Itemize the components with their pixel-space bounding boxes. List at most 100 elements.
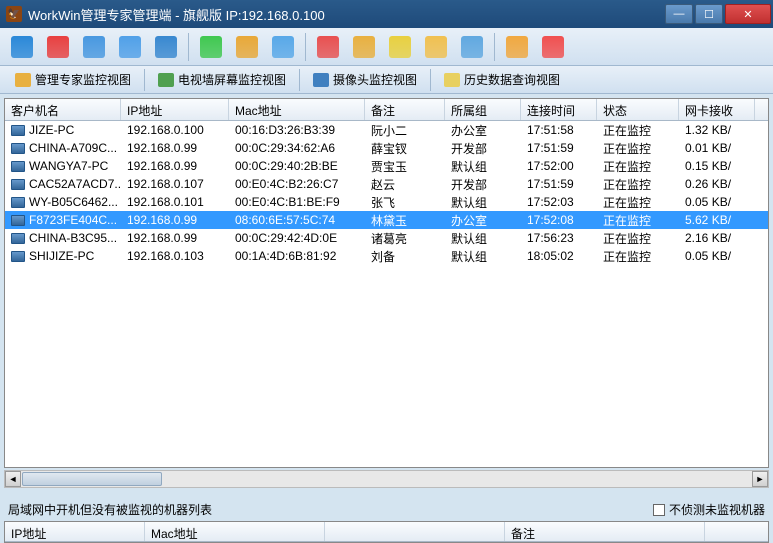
horizontal-scrollbar[interactable]: ◄ ► — [4, 470, 769, 488]
export-icon[interactable] — [267, 32, 299, 62]
column-header[interactable]: IP地址 — [121, 99, 229, 120]
minimize-button[interactable]: — — [665, 4, 693, 24]
cell-group: 默认组 — [445, 193, 521, 212]
view-history-icon — [444, 73, 460, 87]
view-expert-icon — [15, 73, 31, 87]
view-tvwall[interactable]: 电视墙屏幕监控视图 — [149, 68, 295, 91]
column-header[interactable]: 网卡接收 — [679, 99, 755, 120]
table-row[interactable]: CAC52A7ACD7...192.168.0.10700:E0:4C:B2:2… — [5, 175, 768, 193]
window-controls: — ☐ ✕ — [663, 4, 771, 24]
no-detect-checkbox[interactable]: 不侦测未监视机器 — [653, 501, 765, 518]
checkbox-icon[interactable] — [653, 504, 665, 516]
cell-nic: 0.01 KB/ — [679, 140, 755, 156]
bottom-column-header[interactable]: Mac地址 — [145, 522, 325, 541]
cell-nic: 0.05 KB/ — [679, 248, 755, 264]
help-icon[interactable] — [537, 32, 569, 62]
column-header[interactable]: Mac地址 — [229, 99, 365, 120]
network-icon[interactable] — [384, 32, 416, 62]
cell-note: 林黛玉 — [365, 211, 445, 230]
cell-time: 17:51:59 — [521, 176, 597, 192]
monitor-icon[interactable] — [6, 32, 38, 62]
cell-mac: 00:1A:4D:6B:81:92 — [229, 248, 365, 264]
folder-icon[interactable] — [420, 32, 452, 62]
screen-icon[interactable] — [78, 32, 110, 62]
column-header[interactable]: 所属组 — [445, 99, 521, 120]
maximize-button[interactable]: ☐ — [695, 4, 723, 24]
scroll-right-button[interactable]: ► — [752, 471, 768, 487]
export-icon-glyph — [272, 36, 294, 58]
user-icon[interactable] — [501, 32, 533, 62]
cell-note: 阮小二 — [365, 121, 445, 140]
cell-note: 赵云 — [365, 175, 445, 194]
cell-status: 正在监控 — [597, 121, 679, 140]
main-toolbar — [0, 28, 773, 66]
chart-icon-glyph — [236, 36, 258, 58]
cell-ip: 192.168.0.99 — [121, 212, 229, 228]
table-row[interactable]: WY-B05C6462...192.168.0.10100:E0:4C:B1:B… — [5, 193, 768, 211]
view-toolbar: 管理专家监控视图电视墙屏幕监控视图 摄像头监控视图 历史数据查询视图 — [0, 66, 773, 94]
table-row[interactable]: SHIJIZE-PC192.168.0.10300:1A:4D:6B:81:92… — [5, 247, 768, 265]
desktop-icon[interactable] — [114, 32, 146, 62]
bottom-column-header[interactable]: IP地址 — [5, 522, 145, 541]
settings-icon[interactable] — [456, 32, 488, 62]
cell-mac: 08:60:6E:57:5C:74 — [229, 212, 365, 228]
cell-time: 17:51:59 — [521, 140, 597, 156]
bottom-column-header[interactable]: 备注 — [505, 522, 705, 541]
close-button[interactable]: ✕ — [725, 4, 771, 24]
table-row[interactable]: CHINA-A709C...192.168.0.9900:0C:29:34:62… — [5, 139, 768, 157]
pc-icon — [11, 215, 25, 226]
cell-nic: 0.26 KB/ — [679, 176, 755, 192]
pc-icon — [11, 161, 25, 172]
titlebar: 🦅 WorkWin管理专家管理端 - 旗舰版 IP:192.168.0.100 … — [0, 0, 773, 28]
cell-note: 薛宝钗 — [365, 139, 445, 158]
column-header[interactable]: 客户机名 — [5, 99, 121, 120]
cell-status: 正在监控 — [597, 175, 679, 194]
disk-icon[interactable] — [348, 32, 380, 62]
bottom-bar: 局域网中开机但没有被监视的机器列表 不侦测未监视机器 — [4, 498, 769, 521]
cell-note: 贾宝玉 — [365, 157, 445, 176]
table-row[interactable]: WANGYA7-PC192.168.0.9900:0C:29:40:2B:BE贾… — [5, 157, 768, 175]
capture-icon[interactable] — [42, 32, 74, 62]
pc-icon — [11, 125, 25, 136]
view-camera-icon — [313, 73, 329, 87]
pc-icon — [11, 179, 25, 190]
bottom-column-header[interactable] — [325, 522, 505, 541]
column-header[interactable]: 连接时间 — [521, 99, 597, 120]
view-history[interactable]: 历史数据查询视图 — [435, 68, 569, 91]
network-icon-glyph — [389, 36, 411, 58]
cell-group: 开发部 — [445, 139, 521, 158]
globe-icon[interactable] — [312, 32, 344, 62]
cell-name: CHINA-B3C95... — [5, 230, 121, 246]
column-header[interactable]: 备注 — [365, 99, 445, 120]
pc-icon — [11, 197, 25, 208]
table-row[interactable]: F8723FE404C...192.168.0.9908:60:6E:57:5C… — [5, 211, 768, 229]
view-camera[interactable]: 摄像头监控视图 — [304, 68, 426, 91]
column-header[interactable]: 状态 — [597, 99, 679, 120]
window-title: WorkWin管理专家管理端 - 旗舰版 IP:192.168.0.100 — [28, 5, 663, 24]
cell-nic: 1.32 KB/ — [679, 122, 755, 138]
cell-name: CAC52A7ACD7... — [5, 176, 121, 192]
monitor-icon-glyph — [11, 36, 33, 58]
table-row[interactable]: JIZE-PC192.168.0.10000:16:D3:26:B3:39阮小二… — [5, 121, 768, 139]
cell-status: 正在监控 — [597, 211, 679, 230]
view-expert[interactable]: 管理专家监控视图 — [6, 68, 140, 91]
cell-time: 17:52:08 — [521, 212, 597, 228]
view-history-label: 历史数据查询视图 — [464, 71, 560, 88]
cell-status: 正在监控 — [597, 139, 679, 158]
refresh-icon[interactable] — [195, 32, 227, 62]
cell-note: 刘备 — [365, 247, 445, 266]
view-camera-label: 摄像头监控视图 — [333, 71, 417, 88]
cell-group: 默认组 — [445, 157, 521, 176]
table-row[interactable]: CHINA-B3C95...192.168.0.9900:0C:29:42:4D… — [5, 229, 768, 247]
disk-icon-glyph — [353, 36, 375, 58]
cell-status: 正在监控 — [597, 229, 679, 248]
cell-status: 正在监控 — [597, 193, 679, 212]
cell-time: 17:52:00 — [521, 158, 597, 174]
chart-icon[interactable] — [231, 32, 263, 62]
cell-ip: 192.168.0.100 — [121, 122, 229, 138]
cell-name: WY-B05C6462... — [5, 194, 121, 210]
scroll-left-button[interactable]: ◄ — [5, 471, 21, 487]
camera-icon[interactable] — [150, 32, 182, 62]
table-header: 客户机名IP地址Mac地址备注所属组连接时间状态网卡接收 — [5, 99, 768, 121]
scroll-thumb[interactable] — [22, 472, 162, 486]
